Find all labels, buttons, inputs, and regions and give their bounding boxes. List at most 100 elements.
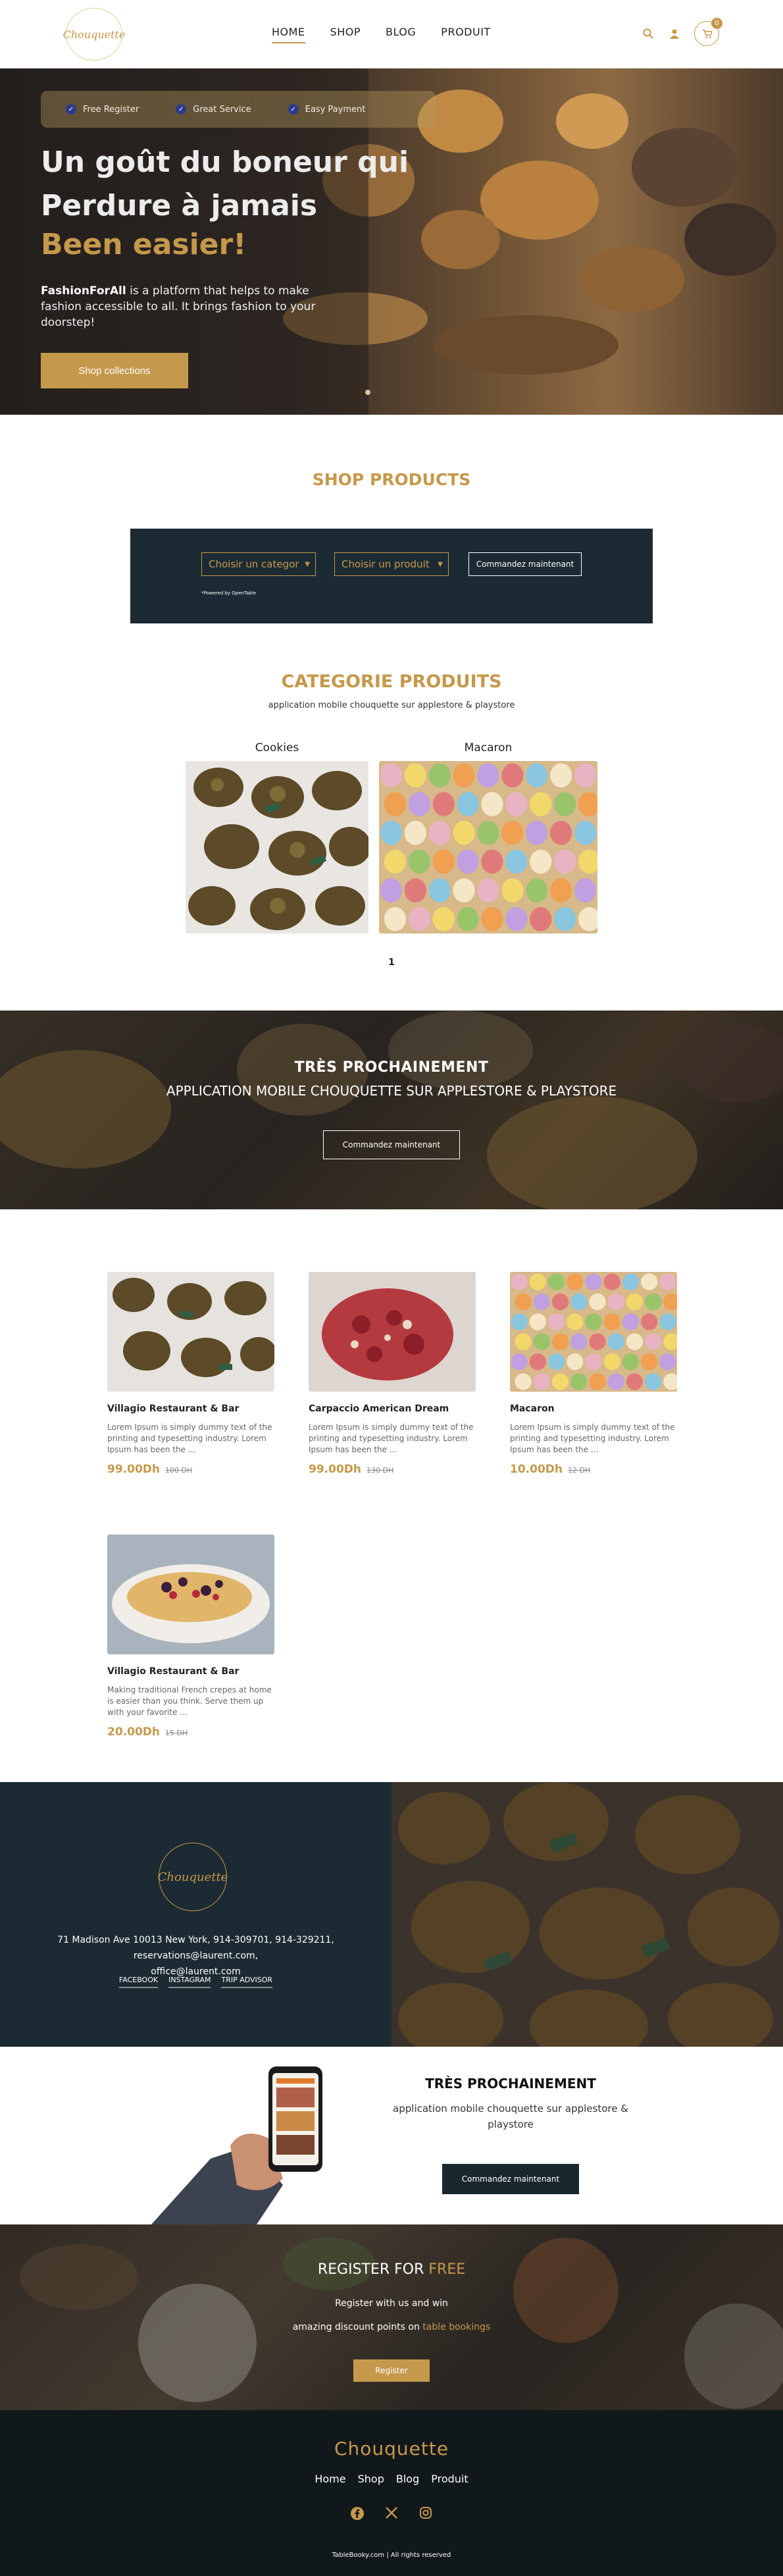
facebook-link[interactable]: FACEBOOK: [118, 1976, 159, 1988]
user-icon[interactable]: [668, 27, 681, 40]
footer-brand: Chouquette: [334, 2438, 449, 2459]
product-select-value: Choisir un produit: [341, 558, 430, 570]
footer-social: [0, 2506, 783, 2525]
product-card[interactable]: Villagio Restaurant & Bar Lorem Ipsum is…: [107, 1272, 277, 1476]
hero-title: Un goût du boneur qui Perdure à jamais: [41, 145, 409, 223]
product-old-price: 12 DH: [568, 1466, 591, 1475]
nav-blog[interactable]: BLOG: [386, 26, 416, 43]
product-image: [510, 1272, 680, 1392]
feature-label: Easy Payment: [305, 104, 366, 115]
contact-section: Chouquette 71 Madison Ave 10013 New York…: [0, 1782, 783, 2047]
banner-title: TRÈS PROCHAINEMENT: [294, 1059, 489, 1076]
order-now-button[interactable]: Commandez maintenant: [323, 1130, 460, 1159]
product-name: Macaron: [510, 1404, 555, 1414]
footer-link-produit[interactable]: Produit: [431, 2473, 468, 2485]
slider-dot[interactable]: [365, 390, 370, 395]
nav-produit[interactable]: PRODUIT: [441, 26, 490, 43]
copyright: TableBooky.com | All rights reserved: [332, 2552, 451, 2559]
cart-button[interactable]: 0: [694, 18, 722, 46]
category-label: Macaron: [464, 741, 513, 754]
cookies-photo: [392, 1782, 783, 2047]
footer-link-shop[interactable]: Shop: [358, 2473, 384, 2485]
powered-by: *Powered by OpenTable: [201, 591, 257, 596]
category-card[interactable]: Macaron: [379, 741, 601, 936]
contact-info: Chouquette 71 Madison Ave 10013 New York…: [0, 1782, 392, 2047]
product-image: [107, 1535, 274, 1654]
products-grid: Villagio Restaurant & Bar Lorem Ipsum is…: [0, 1209, 783, 1782]
feature-item: ✓ Great Service: [176, 104, 251, 115]
product-card[interactable]: Villagio Restaurant & Bar Making traditi…: [107, 1535, 274, 1739]
nav-shop[interactable]: SHOP: [330, 26, 361, 43]
chevron-down-icon: ▼: [438, 560, 443, 568]
site-logo[interactable]: Chouquette: [63, 8, 125, 61]
feature-item: ✓ Free Register: [66, 104, 139, 115]
order-widget: Choisir un categor ▼ Choisir un produit ▼ …: [130, 529, 653, 623]
register-highlight: table bookings: [422, 2322, 491, 2332]
macaron-image: [379, 761, 601, 933]
brand-name: FashionForAll: [41, 284, 126, 298]
feature-item: ✓ Easy Payment: [288, 104, 366, 115]
x-icon[interactable]: [384, 2506, 399, 2525]
cookies-image: [186, 761, 371, 933]
product-price: 99.00Dh: [107, 1463, 160, 1476]
footer-link-blog[interactable]: Blog: [396, 2473, 419, 2485]
product-description: Lorem Ipsum is simply dummy text of the …: [510, 1423, 675, 1454]
instagram-icon[interactable]: [418, 2506, 434, 2525]
feature-label: Free Register: [83, 104, 139, 115]
product-old-price: 15 DH: [165, 1729, 188, 1737]
pagination-page[interactable]: 1: [0, 957, 783, 968]
product-card[interactable]: Macaron Lorem Ipsum is simply dummy text…: [510, 1272, 680, 1476]
instagram-link[interactable]: INSTAGRAM: [168, 1976, 211, 1988]
trip-advisor-link[interactable]: TRIP ADVISOR: [221, 1976, 273, 1988]
register-button[interactable]: Register: [353, 2359, 430, 2382]
search-icon[interactable]: [642, 27, 655, 40]
check-icon: ✓: [176, 104, 187, 115]
product-description: Lorem Ipsum is simply dummy text of the …: [309, 1423, 474, 1454]
product-name: Villagio Restaurant & Bar: [107, 1404, 240, 1414]
check-icon: ✓: [66, 104, 76, 115]
product-price: 99.00Dh: [309, 1463, 361, 1476]
product-image: [107, 1272, 277, 1392]
coming-soon-banner: TRÈS PROCHAINEMENT APPLICATION MOBILE CH…: [0, 1011, 783, 1209]
check-icon: ✓: [288, 104, 299, 115]
banner-text: APPLICATION MOBILE CHOUQUETTE SUR APPLES…: [166, 1083, 617, 1099]
category-label: Cookies: [255, 741, 299, 754]
chevron-down-icon: ▼: [305, 560, 310, 568]
contact-address: 71 Madison Ave 10013 New York, 914-30970…: [0, 1932, 392, 1980]
shop-products-section: SHOP PRODUCTS Choisir un categor ▼ Choisi…: [0, 415, 783, 645]
register-title-text: REGISTER FOR: [317, 2261, 429, 2278]
site-header: Chouquette HOME SHOP BLOG PRODUIT 0: [0, 0, 783, 68]
social-links: FACEBOOK INSTAGRAM TRIP ADVISOR: [0, 1976, 392, 1988]
footer-link-home[interactable]: Home: [315, 2473, 345, 2485]
hero-banner: ✓ Free Register ✓ Great Service ✓ Easy Paym…: [0, 68, 783, 415]
section-title: SHOP PRODUCTS: [312, 470, 471, 489]
register-banner: REGISTER FOR FREE Register with us and w…: [0, 2224, 783, 2410]
order-now-button[interactable]: Commandez maintenant: [468, 552, 582, 576]
footer-nav: Home Shop Blog Produit: [0, 2473, 783, 2485]
main-nav: HOME SHOP BLOG PRODUIT: [272, 26, 516, 43]
product-description: Lorem Ipsum is simply dummy text of the …: [107, 1423, 272, 1454]
footer-logo: Chouquette: [158, 1843, 228, 1911]
address-line: 71 Madison Ave 10013 New York, 914-30970…: [57, 1935, 334, 1961]
app-text: application mobile chouquette sur apples…: [393, 2103, 628, 2130]
product-card[interactable]: Carpaccio American Dream Lorem Ipsum is …: [309, 1272, 476, 1476]
shop-collections-button[interactable]: Shop collections: [41, 353, 188, 388]
product-description: Making traditional French crepes at home…: [107, 1685, 272, 1717]
nav-home[interactable]: HOME: [272, 26, 305, 43]
phone-in-hand-image: [151, 2066, 322, 2224]
product-old-price: 130 DH: [366, 1466, 394, 1475]
product-name: Carpaccio American Dream: [309, 1404, 449, 1414]
overlay: [0, 1011, 783, 1209]
section-subtitle: application mobile chouquette sur apples…: [268, 700, 515, 710]
facebook-icon[interactable]: [349, 2506, 365, 2525]
hero-subtitle: Been easier!: [41, 228, 247, 261]
category-select[interactable]: Choisir un categor ▼: [201, 552, 316, 576]
site-footer: Chouquette Home Shop Blog Produit TableB…: [0, 2410, 783, 2576]
categories-section: CATEGORIE PRODUITS application mobile ch…: [0, 645, 783, 1011]
cart-count-badge: 0: [711, 18, 722, 29]
register-line: amazing discount points on: [292, 2322, 423, 2332]
hero-description: FashionForAll is a platform that helps t…: [41, 283, 350, 330]
product-select[interactable]: Choisir un produit ▼: [334, 552, 449, 576]
order-now-button[interactable]: Commandez maintenant: [442, 2164, 579, 2194]
category-card[interactable]: Cookies: [186, 741, 371, 936]
